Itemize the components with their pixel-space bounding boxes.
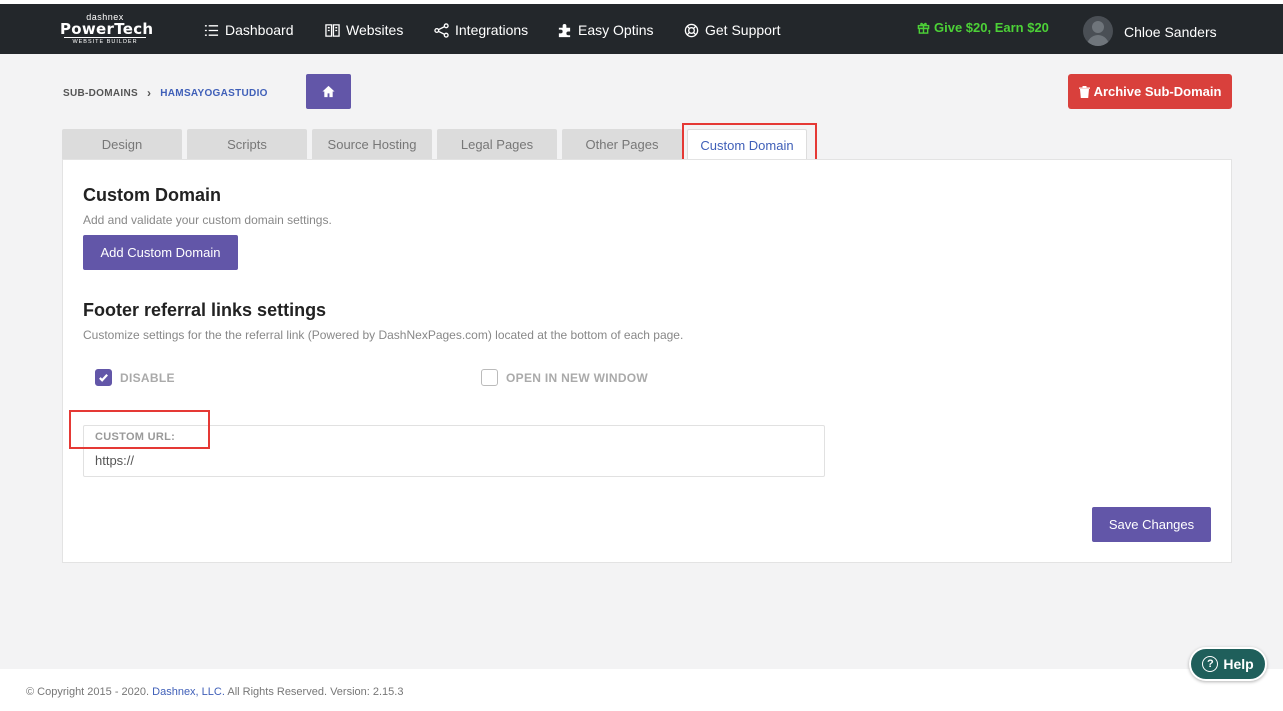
nav-easy-optins-label: Easy Optins (578, 22, 654, 38)
help-button[interactable]: ? Help (1189, 647, 1267, 681)
open-new-window-label: OPEN IN NEW WINDOW (506, 370, 649, 385)
lifebuoy-icon (683, 22, 699, 38)
archive-sub-domain-label: Archive Sub-Domain (1093, 84, 1222, 99)
tab-scripts[interactable]: Scripts (187, 129, 307, 159)
puzzle-icon (556, 22, 572, 38)
list-icon (203, 22, 219, 38)
save-changes-button[interactable]: Save Changes (1092, 507, 1211, 542)
breadcrumb-current: HAMSAYOGASTUDIO (160, 87, 268, 99)
add-custom-domain-button[interactable]: Add Custom Domain (83, 235, 238, 270)
help-label: Help (1223, 656, 1254, 672)
copyright-prefix: © Copyright 2015 - 2020. (26, 686, 150, 698)
logo-line2: PowerTech (60, 20, 154, 38)
tab-other-pages[interactable]: Other Pages (562, 129, 682, 159)
tab-source-hosting[interactable]: Source Hosting (312, 129, 432, 159)
nav-dashboard-label: Dashboard (225, 22, 294, 38)
user-avatar[interactable] (1083, 16, 1113, 46)
disable-checkbox[interactable]: DISABLE (95, 369, 175, 386)
home-button[interactable] (306, 74, 351, 109)
gift-icon (917, 22, 930, 34)
trash-icon (1078, 85, 1090, 98)
breadcrumb-separator: › (146, 86, 152, 100)
referral-promo-link[interactable]: Give $20, Earn $20 (917, 20, 1049, 35)
home-icon (322, 85, 335, 98)
copyright-suffix: All Rights Reserved. Version: 2.15.3 (227, 686, 404, 698)
archive-sub-domain-button[interactable]: Archive Sub-Domain (1068, 74, 1232, 109)
nav-get-support-label: Get Support (705, 22, 781, 38)
nav-easy-optins[interactable]: Easy Optins (556, 20, 653, 40)
disable-label: DISABLE (120, 370, 175, 385)
disable-highlight-box (69, 410, 210, 449)
logo-line3: WEBSITE BUILDER (64, 37, 146, 46)
question-icon: ? (1202, 656, 1219, 672)
breadcrumb-root-link[interactable]: SUB-DOMAINS (63, 88, 138, 99)
nav-websites[interactable]: Websites (324, 20, 403, 40)
checkbox-checked-icon[interactable] (95, 369, 112, 386)
checkbox-unchecked-icon[interactable] (481, 369, 498, 386)
nav-integrations-label: Integrations (455, 22, 529, 38)
tab-design[interactable]: Design (62, 129, 182, 159)
share-icon (433, 22, 449, 38)
custom-domain-title: Custom Domain (83, 185, 222, 205)
nav-dashboard[interactable]: Dashboard (203, 20, 294, 40)
referral-promo-label: Give $20, Earn $20 (934, 20, 1049, 35)
main-content: SUB-DOMAINS › HAMSAYOGASTUDIO Archive Su… (0, 54, 1283, 669)
custom-url-input[interactable] (95, 450, 795, 470)
nav-get-support[interactable]: Get Support (683, 20, 781, 40)
breadcrumb: SUB-DOMAINS › HAMSAYOGASTUDIO (63, 86, 268, 100)
custom-domain-description: Add and validate your custom domain sett… (83, 213, 332, 227)
open-new-window-checkbox[interactable]: OPEN IN NEW WINDOW (481, 369, 648, 386)
footer-settings-title: Footer referral links settings (83, 300, 327, 320)
nav-integrations[interactable]: Integrations (433, 20, 528, 40)
book-icon (324, 22, 340, 38)
user-name[interactable]: Chloe Sanders (1124, 24, 1217, 40)
nav-websites-label: Websites (346, 22, 404, 38)
company-link[interactable]: Dashnex, LLC. (152, 686, 225, 698)
tab-legal-pages[interactable]: Legal Pages (437, 129, 557, 159)
copyright-footer: © Copyright 2015 - 2020. Dashnex, LLC. A… (26, 686, 403, 698)
top-navbar: dashnex PowerTech WEBSITE BUILDER Dashbo… (0, 4, 1283, 54)
custom-domain-panel: Custom Domain Add and validate your cust… (62, 159, 1232, 563)
footer-settings-description: Customize settings for the the referral … (83, 328, 684, 342)
powertech-logo[interactable]: dashnex PowerTech WEBSITE BUILDER (60, 13, 154, 46)
